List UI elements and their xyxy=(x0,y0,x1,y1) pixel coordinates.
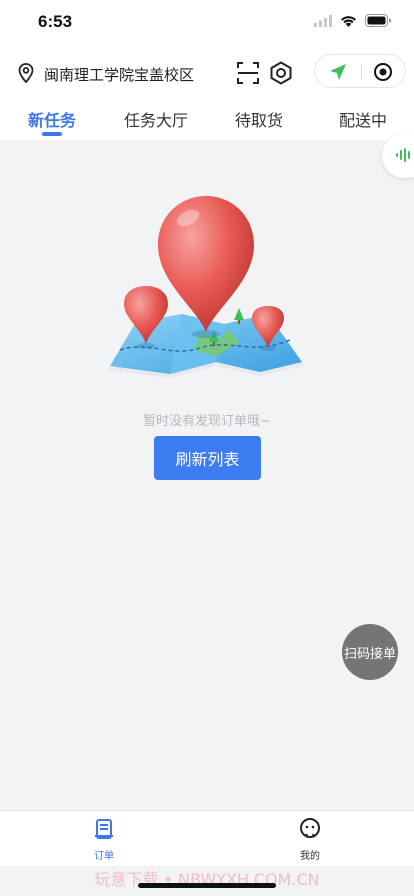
scan-icon[interactable] xyxy=(237,62,259,84)
sound-wave-icon xyxy=(396,148,410,162)
active-tab-indicator xyxy=(42,132,62,136)
mini-program-capsule xyxy=(314,54,406,88)
tab-delivering[interactable]: 配送中 xyxy=(339,107,387,131)
signal-icon xyxy=(314,14,332,27)
bottom-tab-bar: 订单 我的 xyxy=(0,810,414,866)
nav-label-mine: 我的 xyxy=(300,851,320,862)
status-icons xyxy=(314,14,392,27)
status-bar: 6:53 xyxy=(0,0,414,46)
capsule-divider xyxy=(361,64,362,80)
navigation-arrow-icon[interactable] xyxy=(328,62,348,82)
nav-item-orders[interactable]: 订单 xyxy=(74,817,134,862)
wifi-icon xyxy=(341,15,356,27)
close-circle-icon[interactable] xyxy=(373,62,393,82)
settings-hex-icon[interactable] xyxy=(269,61,293,85)
task-tabs: 新任务 任务大厅 待取货 配送中 xyxy=(0,102,414,140)
refresh-list-button[interactable]: 刷新列表 xyxy=(154,436,261,480)
order-icon xyxy=(95,819,113,839)
header: 闽南理工学院宝盖校区 xyxy=(0,46,414,102)
nav-label-orders: 订单 xyxy=(94,851,114,862)
profile-icon xyxy=(300,818,320,838)
nav-item-mine[interactable]: 我的 xyxy=(280,817,340,862)
location-pin-icon xyxy=(18,63,34,83)
tab-awaiting-pickup[interactable]: 待取货 xyxy=(235,107,283,131)
status-time: 6:53 xyxy=(38,12,73,31)
empty-state-message: 暂时没有发现订单哦~ xyxy=(143,414,271,429)
tab-task-hall[interactable]: 任务大厅 xyxy=(124,107,188,131)
empty-map-illustration xyxy=(108,196,304,378)
tab-new-tasks[interactable]: 新任务 xyxy=(28,107,76,131)
voice-button[interactable] xyxy=(382,134,414,178)
home-indicator xyxy=(138,883,276,888)
campus-location[interactable]: 闽南理工学院宝盖校区 xyxy=(44,64,194,85)
scan-accept-button[interactable]: 扫码接单 xyxy=(342,624,398,680)
battery-icon xyxy=(365,14,391,27)
